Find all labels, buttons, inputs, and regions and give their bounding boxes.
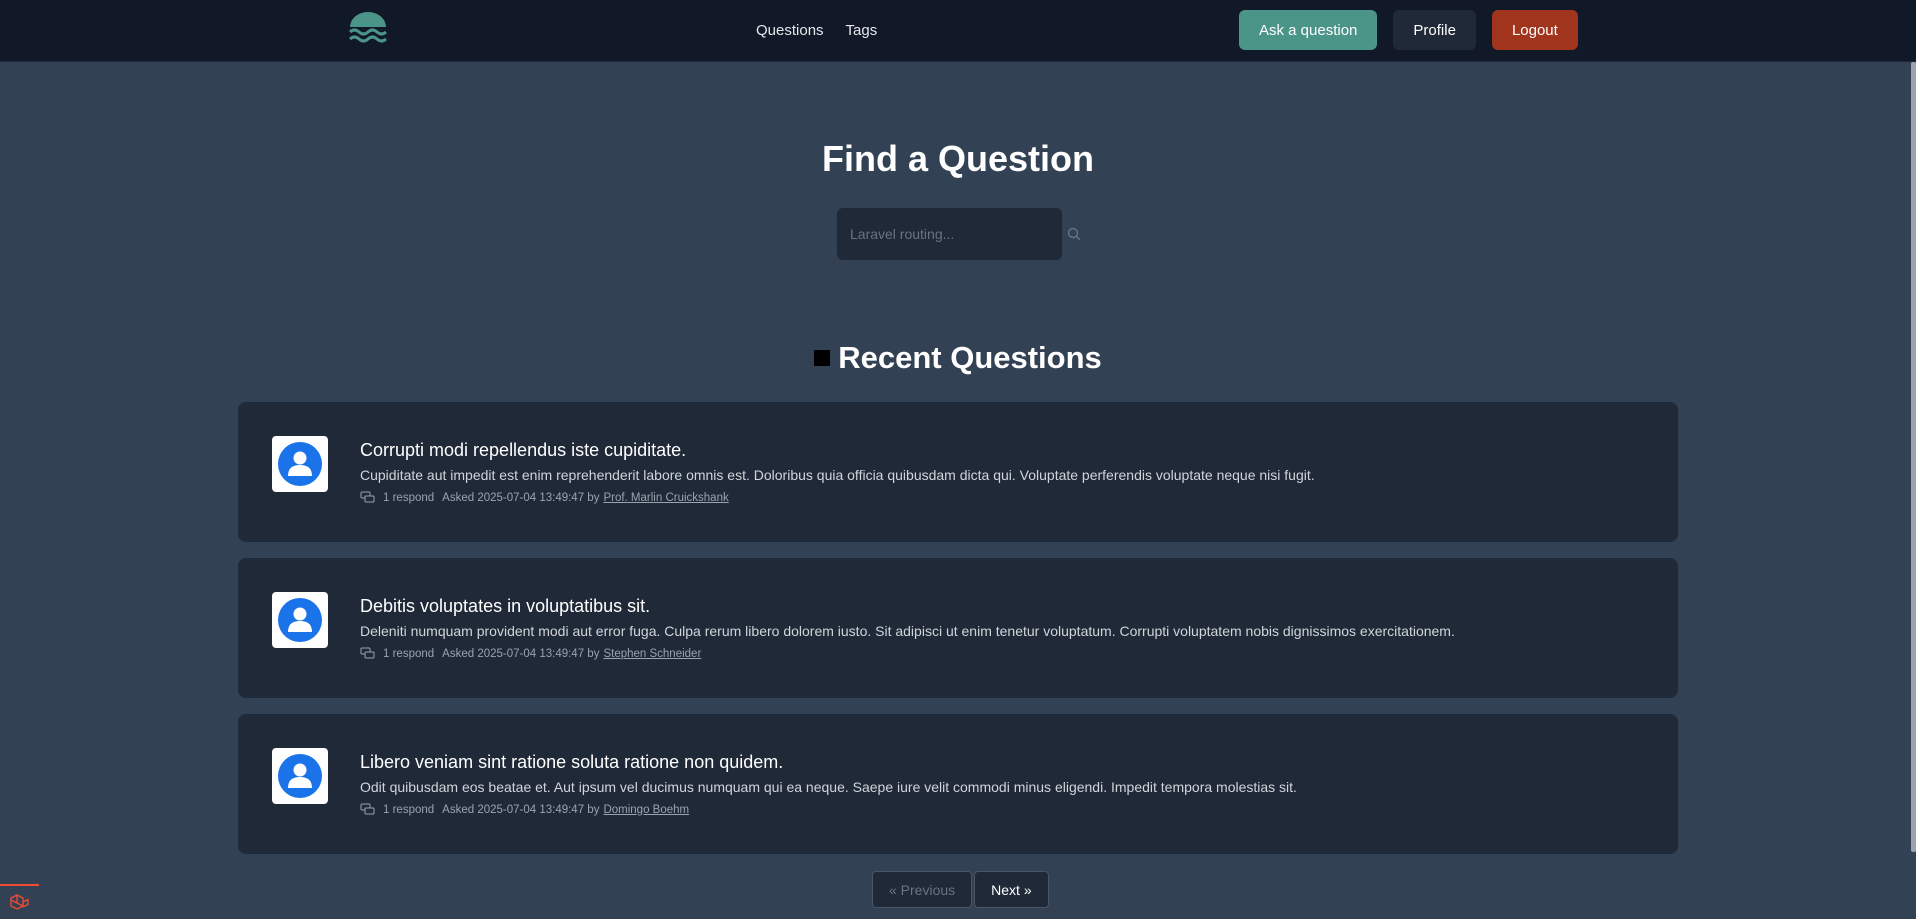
author-link[interactable]: Stephen Schneider (603, 648, 701, 660)
question-meta: 1 respond Asked 2025-07-04 13:49:47 by S… (360, 647, 1648, 660)
chat-bubbles-icon (360, 647, 375, 660)
nav-link-tags[interactable]: Tags (846, 22, 878, 39)
author-link[interactable]: Domingo Boehm (603, 804, 689, 816)
navbar: Questions Tags Ask a question Profile Lo… (0, 0, 1916, 62)
scrollbar[interactable] (1911, 62, 1916, 852)
questions-list: Corrupti modi repellendus iste cupiditat… (238, 402, 1678, 870)
section-title: Recent Questions (838, 340, 1102, 375)
question-card[interactable]: Corrupti modi repellendus iste cupiditat… (238, 402, 1678, 542)
nav-link-questions[interactable]: Questions (756, 22, 824, 39)
question-title[interactable]: Libero veniam sint ratione soluta ration… (360, 752, 1648, 773)
asked-info: Asked 2025-07-04 13:49:47 by (442, 491, 600, 504)
question-body: Debitis voluptates in voluptatibus sit. … (360, 596, 1648, 660)
question-body: Corrupti modi repellendus iste cupiditat… (360, 440, 1648, 504)
question-meta: 1 respond Asked 2025-07-04 13:49:47 by D… (360, 803, 1648, 816)
search-bar (837, 208, 1082, 260)
recent-questions-heading: Recent Questions (0, 340, 1916, 376)
question-title[interactable]: Corrupti modi repellendus iste cupiditat… (360, 440, 1648, 461)
question-body: Libero veniam sint ratione soluta ration… (360, 752, 1648, 816)
previous-page-button[interactable]: « Previous (872, 871, 973, 908)
respond-count: 1 respond (383, 491, 435, 504)
user-avatar-icon (272, 592, 328, 648)
user-avatar-icon (272, 436, 328, 492)
question-title[interactable]: Debitis voluptates in voluptatibus sit. (360, 596, 1648, 617)
asked-info: Asked 2025-07-04 13:49:47 by (442, 803, 600, 816)
pagination: « Previous Next » (872, 871, 1049, 908)
main-nav: Questions Tags (756, 0, 877, 60)
author-link[interactable]: Prof. Marlin Cruickshank (603, 492, 728, 504)
question-card[interactable]: Libero veniam sint ratione soluta ration… (238, 714, 1678, 854)
nav-actions: Ask a question Profile Logout (1239, 10, 1578, 50)
question-excerpt: Cupiditate aut impedit est enim reprehen… (360, 467, 1315, 483)
respond-count: 1 respond (383, 647, 435, 660)
question-excerpt: Deleniti numquam provident modi aut erro… (360, 623, 1455, 639)
question-meta: 1 respond Asked 2025-07-04 13:49:47 by P… (360, 491, 1648, 504)
square-icon (814, 350, 831, 366)
laravel-icon[interactable] (0, 884, 39, 919)
question-excerpt: Odit quibusdam eos beatae et. Aut ipsum … (360, 779, 1297, 795)
search-input[interactable] (837, 208, 1062, 260)
profile-button[interactable]: Profile (1393, 10, 1476, 50)
chat-bubbles-icon (360, 803, 375, 816)
question-card[interactable]: Debitis voluptates in voluptatibus sit. … (238, 558, 1678, 698)
page-title: Find a Question (821, 138, 1094, 179)
logout-button[interactable]: Logout (1491, 10, 1578, 50)
respond-count: 1 respond (383, 803, 435, 816)
ask-question-button[interactable]: Ask a question (1239, 10, 1378, 50)
next-page-button[interactable]: Next » (974, 871, 1049, 908)
user-avatar-icon (272, 748, 328, 804)
asked-info: Asked 2025-07-04 13:49:47 by (442, 647, 600, 660)
search-icon[interactable] (1066, 226, 1082, 242)
waves-logo-icon[interactable] (348, 12, 388, 48)
chat-bubbles-icon (360, 491, 375, 504)
